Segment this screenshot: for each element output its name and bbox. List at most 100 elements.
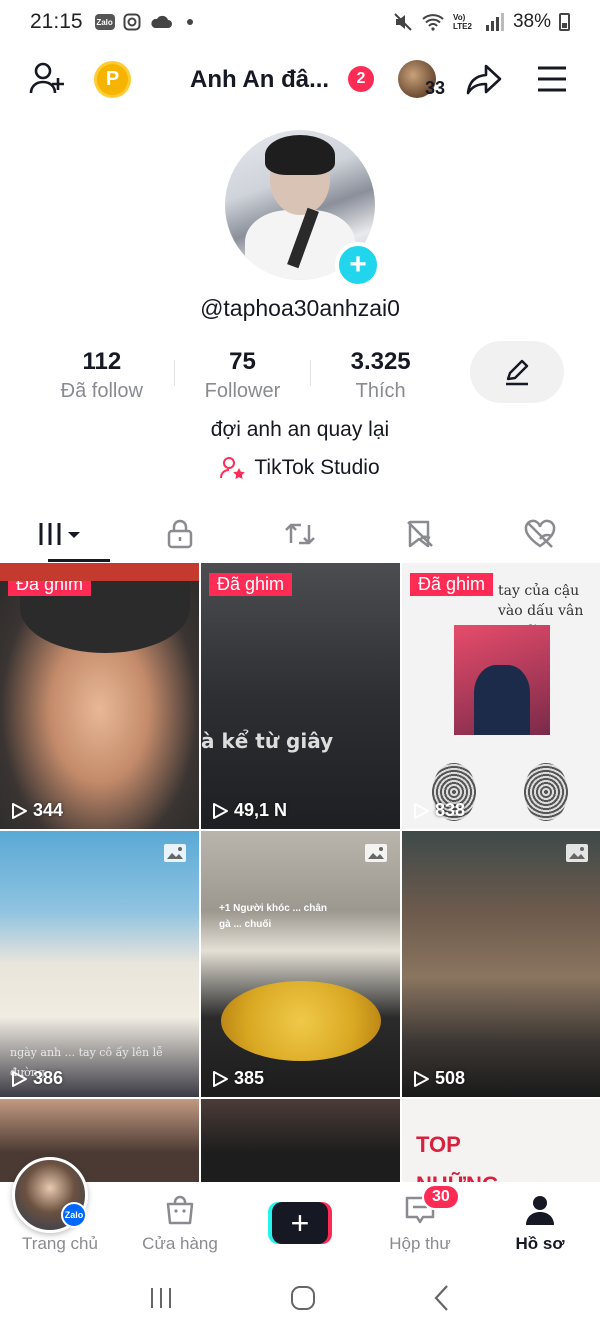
- play-icon: [414, 802, 429, 819]
- floating-chat-head[interactable]: Zalo: [12, 1157, 88, 1233]
- coins-icon[interactable]: P: [94, 61, 131, 98]
- menu-icon[interactable]: [535, 62, 569, 96]
- nav-shop-label: Cửa hàng: [142, 1234, 218, 1253]
- video-caption: TOP NHỮNG: [416, 1132, 500, 1189]
- view-count-value: 385: [234, 1068, 265, 1088]
- stat-following-value: 112: [82, 348, 122, 375]
- photo-icon: [365, 844, 387, 862]
- wifi-icon: [422, 14, 444, 31]
- pencil-icon: [506, 359, 529, 386]
- profile-stats: 112 Đã follow 75 Follower 3.325 Thích: [30, 348, 450, 408]
- share-icon[interactable]: [465, 60, 503, 98]
- pinned-badge: Đã ghim: [410, 573, 494, 596]
- add-friend-icon[interactable]: [28, 60, 66, 98]
- nav-inbox-label: Hộp thư: [389, 1234, 451, 1253]
- tab-favorites[interactable]: [360, 506, 480, 562]
- stat-likes[interactable]: 3.325 Thích: [311, 348, 450, 408]
- plus-icon: +: [272, 1202, 328, 1244]
- snack-bowl: [221, 981, 381, 1061]
- tab-reposts[interactable]: [240, 506, 360, 562]
- network-label: Vo) LTE2: [452, 13, 472, 31]
- stat-following-label: Đã follow: [60, 380, 143, 402]
- header-title[interactable]: Anh An đâ...: [190, 66, 329, 94]
- grid-bars-icon: [39, 523, 80, 545]
- battery-percent: 38%: [512, 11, 551, 32]
- video-tile[interactable]: Đã ghim tay của cậu vào dấu vân tay đi 8…: [402, 563, 600, 829]
- account-switch-badge[interactable]: 2: [348, 66, 374, 92]
- shopping-bag-icon: [166, 1195, 194, 1225]
- play-icon: [213, 802, 228, 819]
- video-tile[interactable]: 508: [402, 831, 600, 1097]
- signal-icon: [485, 13, 504, 31]
- view-count: 508: [412, 1068, 465, 1089]
- play-icon: [12, 1070, 27, 1087]
- profile-tabs: [0, 506, 600, 562]
- view-count-value: 838: [435, 800, 466, 820]
- stat-following[interactable]: 112 Đã follow: [30, 348, 174, 408]
- video-grid: Đã ghim 344 Đã ghim à kể từ giây 49,1 N …: [0, 563, 600, 1189]
- stat-followers[interactable]: 75 Follower: [175, 348, 311, 408]
- nav-profile[interactable]: Hồ sơ: [480, 1182, 600, 1262]
- view-count-value: 49,1 N: [234, 800, 288, 820]
- inbox-badge: 30: [422, 1184, 460, 1210]
- video-tile[interactable]: [201, 1099, 400, 1189]
- nav-shop[interactable]: Cửa hàng: [120, 1182, 240, 1262]
- view-count: 838: [412, 800, 465, 821]
- studio-label: TikTok Studio: [254, 456, 380, 479]
- play-icon: [414, 1070, 429, 1087]
- tab-private[interactable]: [120, 506, 240, 562]
- profile-username: @taphoa30anhzai0: [200, 295, 400, 321]
- video-tile[interactable]: ngày anh ... tay cô ấy lên lễ đường 386: [0, 831, 199, 1097]
- status-time: 21:15: [30, 10, 83, 33]
- view-count: 49,1 N: [211, 800, 287, 821]
- profile-bio: đợi anh an quay lại: [210, 418, 390, 441]
- edit-profile-button[interactable]: [470, 341, 564, 403]
- photo-icon: [164, 844, 186, 862]
- fingerprint-icon: [524, 763, 568, 821]
- create-button[interactable]: +: [268, 1202, 332, 1244]
- stat-followers-label: Follower: [204, 380, 281, 402]
- stat-likes-value: 3.325: [350, 348, 411, 375]
- play-icon: [12, 802, 27, 819]
- poster-image: [454, 625, 550, 735]
- zalo-badge-icon: Zalo: [61, 1202, 87, 1228]
- video-tile[interactable]: +1 Người khóc ... chân gà ... chuối 385: [201, 831, 400, 1097]
- tab-videos[interactable]: [0, 506, 120, 562]
- profile-header: P Anh An đâ... 2 33: [0, 50, 600, 110]
- profile-icon: [526, 1196, 554, 1225]
- nav-create[interactable]: +: [240, 1182, 360, 1262]
- tab-liked[interactable]: [480, 506, 600, 562]
- friends-count: 33: [425, 78, 446, 98]
- pinned-badge: Đã ghim: [8, 573, 92, 596]
- video-tile[interactable]: Đã ghim 344: [0, 563, 199, 829]
- nav-inbox[interactable]: 30 Hộp thư: [360, 1182, 480, 1262]
- status-bar: 21:15 Zalo Vo) LTE2 38%: [0, 0, 600, 44]
- back-icon[interactable]: [432, 1284, 452, 1312]
- view-count: 386: [10, 1068, 63, 1089]
- profile-avatar-wrap[interactable]: +: [225, 130, 381, 288]
- video-tile[interactable]: Đã ghim à kể từ giây 49,1 N: [201, 563, 400, 829]
- tiktok-studio-link[interactable]: TikTok Studio: [0, 456, 600, 480]
- view-count: 344: [10, 800, 63, 821]
- stat-followers-value: 75: [229, 348, 256, 375]
- cloud-icon: [150, 15, 172, 28]
- system-navigation-bar: [0, 1262, 600, 1333]
- bottom-navigation: Trang chủ Cửa hàng + 30 Hộp thư Hồ sơ: [0, 1182, 600, 1262]
- view-count-value: 508: [435, 1068, 466, 1088]
- instagram-icon: [123, 13, 141, 31]
- bookmark-hidden-icon: [407, 520, 433, 548]
- studio-user-star-icon: [220, 457, 246, 479]
- add-story-button[interactable]: +: [335, 242, 381, 288]
- stat-likes-label: Thích: [355, 380, 406, 402]
- lock-icon: [167, 519, 193, 549]
- home-button-icon[interactable]: [289, 1284, 317, 1312]
- video-tile[interactable]: TOP NHỮNG: [402, 1099, 600, 1189]
- repost-icon: [285, 523, 315, 545]
- recent-apps-icon[interactable]: [148, 1285, 174, 1311]
- heart-hidden-icon: [524, 519, 556, 548]
- video-caption: +1 Người khóc ... chân gà ... chuối: [219, 903, 327, 930]
- pinned-badge: Đã ghim: [209, 573, 293, 596]
- video-caption: à kể từ giây: [201, 729, 334, 753]
- view-count: 385: [211, 1068, 264, 1089]
- dot-icon: [186, 19, 193, 25]
